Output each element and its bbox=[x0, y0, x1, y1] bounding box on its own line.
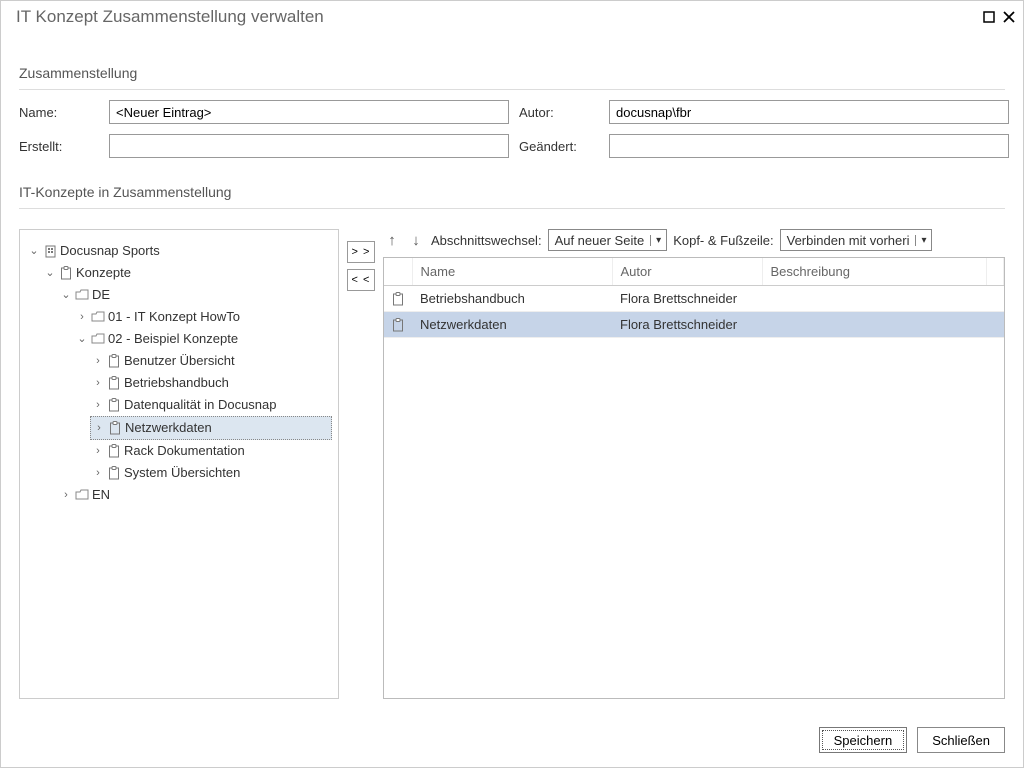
window-title: IT Konzept Zusammenstellung verwalten bbox=[9, 7, 983, 27]
close-button[interactable]: Schließen bbox=[917, 727, 1005, 753]
name-input[interactable] bbox=[109, 100, 509, 124]
tree-label: Rack Dokumentation bbox=[124, 440, 245, 462]
move-up-icon[interactable]: ↑ bbox=[383, 231, 401, 249]
add-button[interactable]: > > bbox=[347, 241, 375, 263]
move-down-icon[interactable]: ↓ bbox=[407, 231, 425, 249]
name-label: Name: bbox=[19, 105, 99, 120]
modified-input[interactable] bbox=[609, 134, 1009, 158]
save-button[interactable]: Speichern bbox=[819, 727, 908, 753]
tree-label: Docusnap Sports bbox=[60, 240, 160, 262]
combo-value: Verbinden mit vorheri bbox=[781, 233, 916, 248]
cell-name: Netzwerkdaten bbox=[412, 312, 612, 338]
clipboard-icon bbox=[107, 444, 121, 458]
tree-item[interactable]: › Betriebshandbuch bbox=[90, 372, 332, 394]
remove-button[interactable]: < < bbox=[347, 269, 375, 291]
tree-label: Betriebshandbuch bbox=[124, 372, 229, 394]
chevron-down-icon[interactable]: ⌄ bbox=[28, 240, 40, 262]
tree-label: Netzwerkdaten bbox=[125, 417, 212, 439]
folder-icon bbox=[75, 488, 89, 502]
selection-grid[interactable]: Name Autor Beschreibung Betriebshandbuch… bbox=[383, 257, 1005, 699]
folder-open-icon bbox=[75, 288, 89, 302]
chevron-down-icon[interactable]: ⌄ bbox=[76, 328, 88, 350]
modified-label: Geändert: bbox=[519, 139, 599, 154]
folder-open-icon bbox=[91, 332, 105, 346]
chevron-right-icon[interactable]: › bbox=[92, 394, 104, 416]
header-footer-label: Kopf- & Fußzeile: bbox=[673, 233, 773, 248]
tree-en-folder[interactable]: › EN bbox=[58, 484, 332, 506]
created-input[interactable] bbox=[109, 134, 509, 158]
tree-label: 02 - Beispiel Konzepte bbox=[108, 328, 238, 350]
cell-desc bbox=[762, 312, 987, 338]
folder-icon bbox=[91, 310, 105, 324]
tree-label: EN bbox=[92, 484, 110, 506]
concept-tree[interactable]: ⌄ Docusnap Sports ⌄ Konzepte bbox=[19, 229, 339, 699]
tree-label: DE bbox=[92, 284, 110, 306]
tree-concepts[interactable]: ⌄ Konzepte bbox=[42, 262, 332, 284]
clipboard-icon bbox=[59, 266, 73, 280]
section-concepts-label: IT-Konzepte in Zusammenstellung bbox=[1, 182, 1023, 204]
tree-label: Benutzer Übersicht bbox=[124, 350, 235, 372]
chevron-down-icon[interactable]: ⌄ bbox=[60, 284, 72, 306]
section-break-label: Abschnittswechsel: bbox=[431, 233, 542, 248]
tree-item[interactable]: › Benutzer Übersicht bbox=[90, 350, 332, 372]
tree-label: Datenqualität in Docusnap bbox=[124, 394, 277, 416]
tree-folder-01[interactable]: › 01 - IT Konzept HowTo bbox=[74, 306, 332, 328]
building-icon bbox=[43, 244, 57, 258]
chevron-right-icon[interactable]: › bbox=[76, 306, 88, 328]
tree-item[interactable]: › Rack Dokumentation bbox=[90, 440, 332, 462]
tree-label: Konzepte bbox=[76, 262, 131, 284]
col-author[interactable]: Autor bbox=[612, 258, 762, 286]
author-label: Autor: bbox=[519, 105, 599, 120]
combo-value: Auf neuer Seite bbox=[549, 233, 651, 248]
col-spacer bbox=[987, 258, 1004, 286]
header-footer-combo[interactable]: Verbinden mit vorheri ▾ bbox=[780, 229, 933, 251]
section-break-combo[interactable]: Auf neuer Seite ▾ bbox=[548, 229, 668, 251]
tree-item[interactable]: › System Übersichten bbox=[90, 462, 332, 484]
maximize-icon[interactable] bbox=[983, 11, 995, 23]
chevron-down-icon[interactable]: ▾ bbox=[650, 235, 666, 246]
chevron-right-icon[interactable]: › bbox=[93, 417, 105, 439]
clipboard-icon bbox=[107, 376, 121, 390]
chevron-down-icon[interactable]: ▾ bbox=[915, 235, 931, 246]
chevron-right-icon[interactable]: › bbox=[92, 462, 104, 484]
chevron-right-icon[interactable]: › bbox=[92, 440, 104, 462]
clipboard-icon bbox=[107, 354, 121, 368]
clipboard-icon bbox=[392, 292, 404, 306]
cell-author: Flora Brettschneider bbox=[612, 286, 762, 312]
col-desc[interactable]: Beschreibung bbox=[762, 258, 987, 286]
chevron-right-icon[interactable]: › bbox=[60, 484, 72, 506]
col-icon bbox=[384, 258, 412, 286]
created-label: Erstellt: bbox=[19, 139, 99, 154]
section-compilation-label: Zusammenstellung bbox=[1, 63, 1023, 85]
tree-de-folder[interactable]: ⌄ DE bbox=[58, 284, 332, 306]
tree-item[interactable]: › Datenqualität in Docusnap bbox=[90, 394, 332, 416]
table-row-selected[interactable]: Netzwerkdaten Flora Brettschneider bbox=[384, 312, 1004, 338]
tree-folder-02[interactable]: ⌄ 02 - Beispiel Konzepte bbox=[74, 328, 332, 350]
clipboard-icon bbox=[392, 318, 404, 332]
col-name[interactable]: Name bbox=[412, 258, 612, 286]
cell-author: Flora Brettschneider bbox=[612, 312, 762, 338]
cell-desc bbox=[762, 286, 987, 312]
tree-label: 01 - IT Konzept HowTo bbox=[108, 306, 240, 328]
clipboard-icon bbox=[108, 421, 122, 435]
close-icon[interactable] bbox=[1003, 11, 1015, 23]
table-row[interactable]: Betriebshandbuch Flora Brettschneider bbox=[384, 286, 1004, 312]
clipboard-icon bbox=[107, 398, 121, 412]
chevron-right-icon[interactable]: › bbox=[92, 350, 104, 372]
author-input[interactable] bbox=[609, 100, 1009, 124]
cell-name: Betriebshandbuch bbox=[412, 286, 612, 312]
clipboard-icon bbox=[107, 466, 121, 480]
tree-root[interactable]: ⌄ Docusnap Sports bbox=[26, 240, 332, 262]
tree-item-selected[interactable]: › Netzwerkdaten bbox=[90, 416, 332, 440]
chevron-down-icon[interactable]: ⌄ bbox=[44, 262, 56, 284]
tree-label: System Übersichten bbox=[124, 462, 240, 484]
chevron-right-icon[interactable]: › bbox=[92, 372, 104, 394]
